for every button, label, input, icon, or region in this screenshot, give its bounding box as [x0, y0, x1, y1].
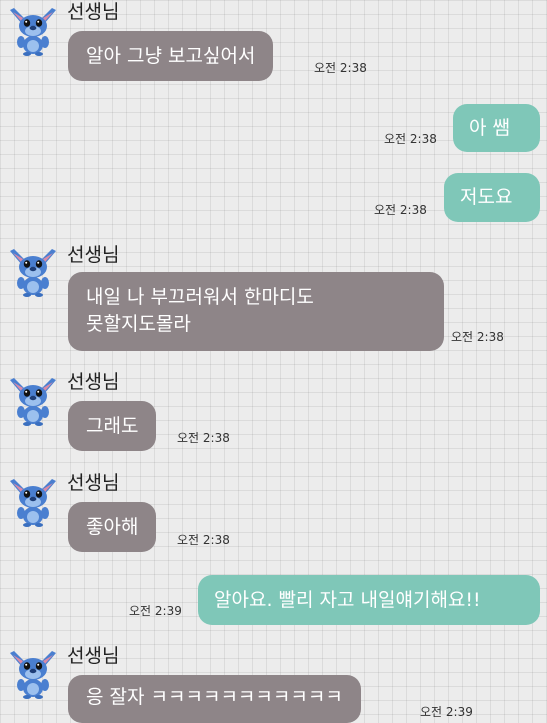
- stitch-avatar-icon[interactable]: [8, 245, 58, 297]
- sender-name: 선생님: [67, 1, 120, 23]
- message-timestamp: 오전 2:39: [129, 604, 182, 618]
- sender-name: 선생님: [67, 645, 120, 667]
- incoming-message-bubble[interactable]: 알아 그냥 보고싶어서: [68, 31, 274, 81]
- incoming-message-bubble[interactable]: 좋아해: [68, 502, 157, 552]
- message-timestamp: 오전 2:38: [177, 533, 230, 547]
- message-timestamp: 오전 2:38: [177, 431, 230, 445]
- sender-name: 선생님: [67, 244, 120, 266]
- message-timestamp: 오전 2:38: [384, 132, 437, 146]
- incoming-message-bubble[interactable]: 그래도: [68, 401, 157, 451]
- message-timestamp: 오전 2:39: [420, 705, 473, 719]
- message-line: 못할지도몰라: [86, 313, 191, 335]
- outgoing-message-bubble[interactable]: 아 쌤: [453, 104, 540, 152]
- stitch-avatar-icon[interactable]: [8, 4, 58, 56]
- outgoing-message-bubble[interactable]: 저도요: [444, 173, 540, 222]
- incoming-message-bubble[interactable]: 내일 나 부끄러워서 한마디도 못할지도몰라: [68, 272, 444, 351]
- outgoing-message-bubble[interactable]: 알아요. 빨리 자고 내일얘기해요!!: [198, 575, 540, 625]
- stitch-avatar-icon[interactable]: [8, 374, 58, 426]
- message-timestamp: 오전 2:38: [451, 330, 504, 344]
- sender-name: 선생님: [67, 371, 120, 393]
- chat-area[interactable]: 선생님 알아 그냥 보고싶어서 오전 2:38 아 쌤 오전 2:38 저도요 …: [0, 0, 547, 723]
- stitch-avatar-icon[interactable]: [8, 475, 58, 527]
- message-line: 내일 나 부끄러워서 한마디도: [86, 286, 314, 308]
- sender-name: 선생님: [67, 472, 120, 494]
- message-timestamp: 오전 2:38: [314, 61, 367, 75]
- stitch-avatar-icon[interactable]: [8, 647, 58, 699]
- message-timestamp: 오전 2:38: [374, 203, 427, 217]
- incoming-message-bubble[interactable]: 응 잘자 ㅋㅋㅋㅋㅋㅋㅋㅋㅋㅋㅋ: [68, 675, 361, 723]
